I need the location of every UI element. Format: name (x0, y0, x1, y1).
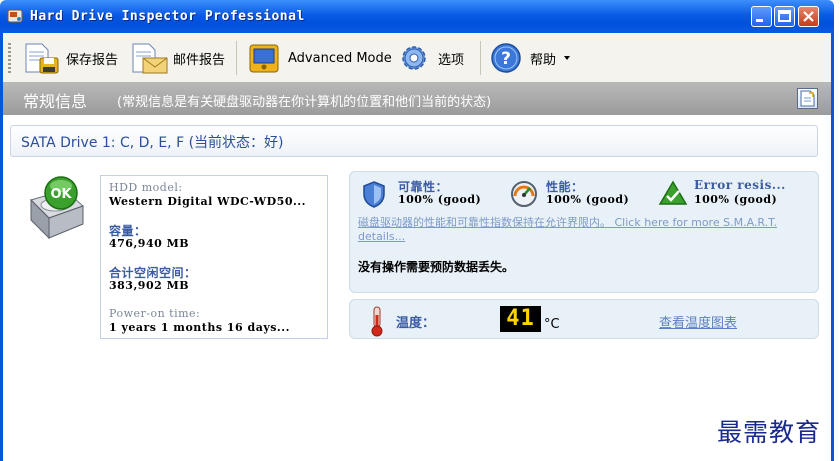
thermometer-icon (371, 306, 383, 337)
minimize-icon (756, 19, 763, 22)
drive-header[interactable]: SATA Drive 1: C, D, E, F (当前状态：好) (10, 125, 818, 157)
toolbar-separator (480, 41, 481, 75)
error-resistance-value: 100% (good) (694, 193, 778, 206)
mail-report-button[interactable]: 邮件报告 (129, 41, 225, 75)
temperature-chart-link[interactable]: 查看温度图表 (659, 312, 737, 331)
toolbar-grip[interactable] (8, 43, 11, 73)
chevron-down-icon (564, 56, 571, 60)
banner-title: 常规信息 (23, 92, 88, 111)
close-icon (803, 11, 814, 22)
drive-header-label: SATA Drive 1: C, D, E, F (当前状态：好) (21, 135, 284, 151)
shield-icon (363, 181, 385, 208)
export-icon (800, 90, 815, 107)
banner-subtitle: (常规信息是有关硬盘驱动器在你计算机的位置和他们当前的状态) (117, 95, 492, 110)
reliability-value: 100% (good) (398, 193, 482, 206)
save-report-button[interactable]: 保存报告 (22, 41, 118, 75)
minimize-button[interactable] (751, 6, 772, 27)
content-area: SATA Drive 1: C, D, E, F (当前状态：好) OK HDD… (3, 115, 831, 461)
performance-value: 100% (good) (546, 193, 630, 206)
options-button[interactable]: 选项 (396, 41, 464, 75)
gear-icon (402, 46, 426, 70)
save-report-label: 保存报告 (66, 52, 119, 68)
status-panel: 可靠性： 100% (good) 性能： 100% (good) Error r… (349, 171, 819, 293)
model-label: HDD model: (109, 181, 183, 194)
ok-status-icon: OK (44, 176, 78, 210)
ok-status-text: OK (50, 187, 72, 202)
performance-gauge-icon (511, 181, 537, 207)
mail-report-label: 邮件报告 (173, 52, 226, 68)
advanced-mode-icon (249, 44, 279, 73)
no-action-message: 没有操作需要预防数据丢失。 (358, 260, 515, 274)
drive-info-box: HDD model: Western Digital WDC-WD50... 容… (100, 175, 328, 339)
free-space-value: 383,902 MB (109, 279, 190, 292)
close-button[interactable] (798, 6, 819, 27)
help-label: 帮助 (530, 52, 557, 68)
error-resistance-icon (658, 180, 688, 205)
section-banner: 常规信息 (常规信息是有关硬盘驱动器在你计算机的位置和他们当前的状态) (3, 82, 831, 116)
smart-details-link[interactable]: 磁盘驱动器的性能和可靠性指数保持在允许界限内。 Click here for m… (358, 216, 804, 244)
watermark-text: 最需教育 (717, 418, 822, 447)
title-bar[interactable]: Hard Drive Inspector Professional (0, 0, 834, 33)
capacity-value: 476,940 MB (109, 237, 190, 250)
model-value: Western Digital WDC-WD50... (109, 195, 306, 208)
window-frame-right (831, 33, 834, 461)
options-label: 选项 (438, 52, 465, 68)
app-icon (7, 9, 23, 23)
help-menu-button[interactable]: ? 帮助 (488, 41, 577, 75)
power-on-label: Power-on time: (109, 307, 201, 320)
mail-report-icon (132, 43, 168, 74)
window-title: Hard Drive Inspector Professional (30, 9, 305, 24)
save-report-icon (25, 43, 59, 74)
power-on-value: 1 years 1 months 16 days... (109, 321, 290, 334)
help-icon: ? (491, 43, 521, 73)
temperature-unit: °C (544, 317, 560, 332)
temperature-label: 温度： (396, 316, 436, 331)
advanced-mode-label: Advanced Mode (288, 50, 392, 66)
toolbar-separator (236, 41, 237, 75)
error-resistance-label: Error resis... (694, 178, 786, 192)
svg-text:?: ? (501, 49, 511, 69)
advanced-mode-button[interactable]: Advanced Mode (246, 41, 392, 75)
export-button[interactable] (797, 88, 818, 109)
maximize-button[interactable] (774, 6, 795, 27)
temperature-panel: 温度： 41 °C 查看温度图表 (349, 299, 819, 339)
temperature-display: 41 (500, 306, 541, 332)
toolbar: 保存报告 邮件报告 Advanced Mode 选项 ? 帮助 (3, 33, 831, 83)
maximize-icon (778, 10, 791, 22)
